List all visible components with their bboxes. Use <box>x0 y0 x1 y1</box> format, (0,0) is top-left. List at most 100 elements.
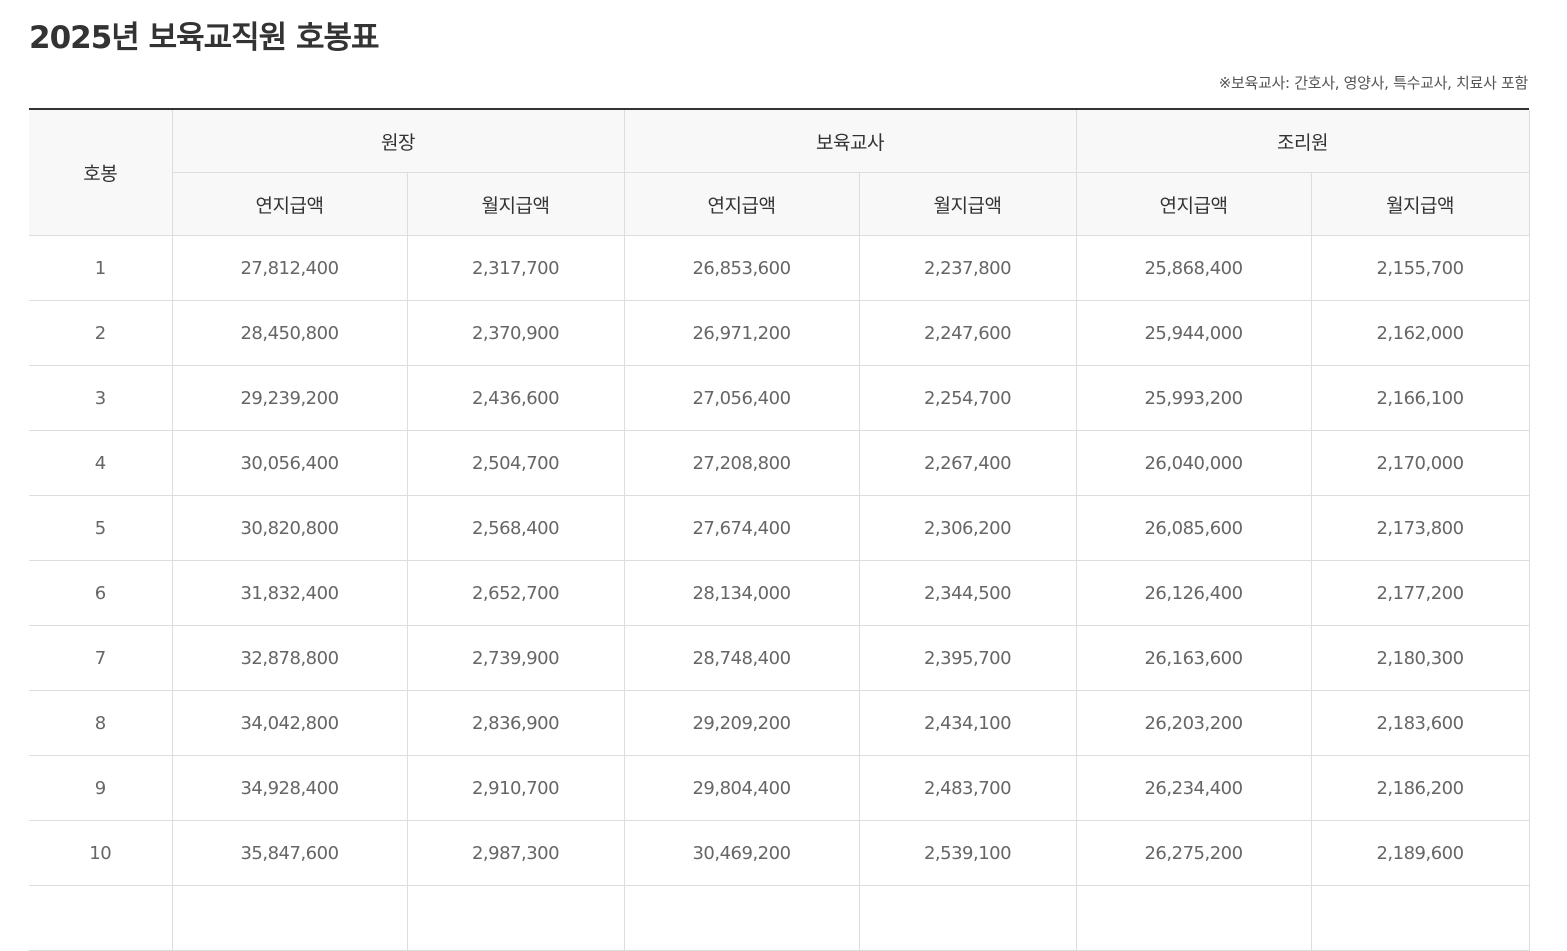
cell-cook-annual: 26,085,600 <box>1075 495 1312 561</box>
table-row: 5 30,820,800 2,568,400 27,674,400 2,306,200 2… <box>29 495 1530 561</box>
cell-cook-annual: 25,993,200 <box>1075 365 1312 431</box>
table-row: 8 34,042,800 2,836,900 29,209,200 2,434,100 2… <box>29 690 1530 756</box>
cell-director-monthly: 2,568,400 <box>406 495 625 561</box>
cell-teacher-monthly: 2,306,200 <box>858 495 1077 561</box>
cell-teacher-annual: 27,056,400 <box>623 365 860 431</box>
header-group-director: 원장 <box>171 110 625 173</box>
cell-cook-annual: 26,126,400 <box>1075 560 1312 626</box>
salary-table-wrapper: 호봉 원장 보육교사 조리원 연지급액 월지급액 연지급액 월지급액 연지급액 … <box>29 108 1530 951</box>
table-row: 4 30,056,400 2,504,700 27,208,800 2,267,400 2… <box>29 430 1530 496</box>
cell-teacher-annual <box>623 885 860 951</box>
cell-step: 9 <box>29 755 173 821</box>
cell-teacher-monthly: 2,254,700 <box>858 365 1077 431</box>
cell-teacher-annual: 26,853,600 <box>623 235 860 301</box>
header-sub-monthly: 월지급액 <box>858 172 1077 236</box>
cell-cook-monthly: 2,170,000 <box>1310 430 1530 496</box>
header-row-sub: 연지급액 월지급액 연지급액 월지급액 연지급액 월지급액 <box>29 172 1530 236</box>
cell-teacher-annual: 29,209,200 <box>623 690 860 756</box>
table-row <box>29 885 1530 951</box>
cell-director-monthly: 2,370,900 <box>406 300 625 366</box>
salary-step-table: 호봉 원장 보육교사 조리원 연지급액 월지급액 연지급액 월지급액 연지급액 … <box>29 110 1530 951</box>
cell-director-monthly: 2,317,700 <box>406 235 625 301</box>
cell-cook-monthly: 2,180,300 <box>1310 625 1530 691</box>
cell-teacher-monthly: 2,539,100 <box>858 820 1077 886</box>
cell-teacher-annual: 26,971,200 <box>623 300 860 366</box>
cell-step: 6 <box>29 560 173 626</box>
cell-step: 4 <box>29 430 173 496</box>
cell-cook-monthly: 2,166,100 <box>1310 365 1530 431</box>
cell-cook-monthly: 2,162,000 <box>1310 300 1530 366</box>
cell-director-monthly <box>406 885 625 951</box>
table-row: 6 31,832,400 2,652,700 28,134,000 2,344,500 2… <box>29 560 1530 626</box>
cell-cook-monthly: 2,189,600 <box>1310 820 1530 886</box>
table-row: 9 34,928,400 2,910,700 29,804,400 2,483,700 2… <box>29 755 1530 821</box>
table-row: 1 27,812,400 2,317,700 26,853,600 2,237,800 2… <box>29 235 1530 301</box>
header-step: 호봉 <box>29 110 173 236</box>
cell-teacher-monthly: 2,344,500 <box>858 560 1077 626</box>
cell-step: 7 <box>29 625 173 691</box>
table-row: 2 28,450,800 2,370,900 26,971,200 2,247,600 2… <box>29 300 1530 366</box>
table-row: 3 29,239,200 2,436,600 27,056,400 2,254,700 2… <box>29 365 1530 431</box>
cell-director-annual: 34,042,800 <box>171 690 408 756</box>
cell-cook-monthly <box>1310 885 1530 951</box>
cell-cook-monthly: 2,183,600 <box>1310 690 1530 756</box>
cell-step: 2 <box>29 300 173 366</box>
cell-director-annual: 28,450,800 <box>171 300 408 366</box>
cell-director-annual: 35,847,600 <box>171 820 408 886</box>
cell-director-monthly: 2,436,600 <box>406 365 625 431</box>
header-sub-annual: 연지급액 <box>172 172 408 236</box>
cell-step: 1 <box>29 235 173 301</box>
table-body: 1 27,812,400 2,317,700 26,853,600 2,237,800 2… <box>29 235 1530 951</box>
cell-cook-monthly: 2,186,200 <box>1310 755 1530 821</box>
cell-cook-annual <box>1075 885 1312 951</box>
header-sub-monthly: 월지급액 <box>1310 172 1530 236</box>
header-group-teacher: 보육교사 <box>623 110 1077 173</box>
table-note: ※보육교사: 간호사, 영양사, 특수교사, 치료사 포함 <box>1218 74 1529 92</box>
cell-teacher-monthly: 2,434,100 <box>858 690 1077 756</box>
cell-director-annual: 32,878,800 <box>171 625 408 691</box>
cell-director-monthly: 2,910,700 <box>406 755 625 821</box>
cell-teacher-annual: 29,804,400 <box>623 755 860 821</box>
cell-cook-monthly: 2,173,800 <box>1310 495 1530 561</box>
table-row: 7 32,878,800 2,739,900 28,748,400 2,395,700 2… <box>29 625 1530 691</box>
cell-director-monthly: 2,652,700 <box>406 560 625 626</box>
cell-director-annual <box>171 885 408 951</box>
cell-step: 5 <box>29 495 173 561</box>
cell-cook-monthly: 2,155,700 <box>1310 235 1530 301</box>
cell-teacher-monthly: 2,267,400 <box>858 430 1077 496</box>
cell-step <box>29 885 173 951</box>
cell-teacher-annual: 30,469,200 <box>623 820 860 886</box>
cell-cook-monthly: 2,177,200 <box>1310 560 1530 626</box>
header-sub-annual: 연지급액 <box>623 172 860 236</box>
cell-step: 10 <box>29 820 173 886</box>
header-row-groups: 호봉 원장 보육교사 조리원 <box>29 110 1530 236</box>
cell-teacher-monthly: 2,395,700 <box>858 625 1077 691</box>
page-title: 2025년 보육교직원 호봉표 <box>29 20 380 56</box>
cell-step: 3 <box>29 365 173 431</box>
cell-teacher-annual: 27,208,800 <box>623 430 860 496</box>
cell-teacher-monthly: 2,237,800 <box>858 235 1077 301</box>
cell-cook-annual: 26,163,600 <box>1075 625 1312 691</box>
cell-cook-annual: 25,868,400 <box>1075 235 1312 301</box>
cell-director-annual: 31,832,400 <box>171 560 408 626</box>
cell-teacher-annual: 28,748,400 <box>623 625 860 691</box>
cell-director-annual: 29,239,200 <box>171 365 408 431</box>
cell-teacher-annual: 27,674,400 <box>623 495 860 561</box>
cell-director-annual: 30,056,400 <box>171 430 408 496</box>
cell-cook-annual: 26,040,000 <box>1075 430 1312 496</box>
cell-director-monthly: 2,739,900 <box>406 625 625 691</box>
header-group-cook: 조리원 <box>1075 110 1530 173</box>
cell-teacher-monthly <box>858 885 1077 951</box>
cell-teacher-monthly: 2,247,600 <box>858 300 1077 366</box>
table-row: 10 35,847,600 2,987,300 30,469,200 2,539,100… <box>29 820 1530 886</box>
cell-cook-annual: 26,234,400 <box>1075 755 1312 821</box>
cell-step: 8 <box>29 690 173 756</box>
cell-director-monthly: 2,504,700 <box>406 430 625 496</box>
cell-director-annual: 30,820,800 <box>171 495 408 561</box>
cell-director-monthly: 2,987,300 <box>406 820 625 886</box>
cell-director-monthly: 2,836,900 <box>406 690 625 756</box>
cell-teacher-monthly: 2,483,700 <box>858 755 1077 821</box>
cell-director-annual: 34,928,400 <box>171 755 408 821</box>
table-head: 호봉 원장 보육교사 조리원 연지급액 월지급액 연지급액 월지급액 연지급액 … <box>29 110 1530 236</box>
cell-cook-annual: 26,275,200 <box>1075 820 1312 886</box>
